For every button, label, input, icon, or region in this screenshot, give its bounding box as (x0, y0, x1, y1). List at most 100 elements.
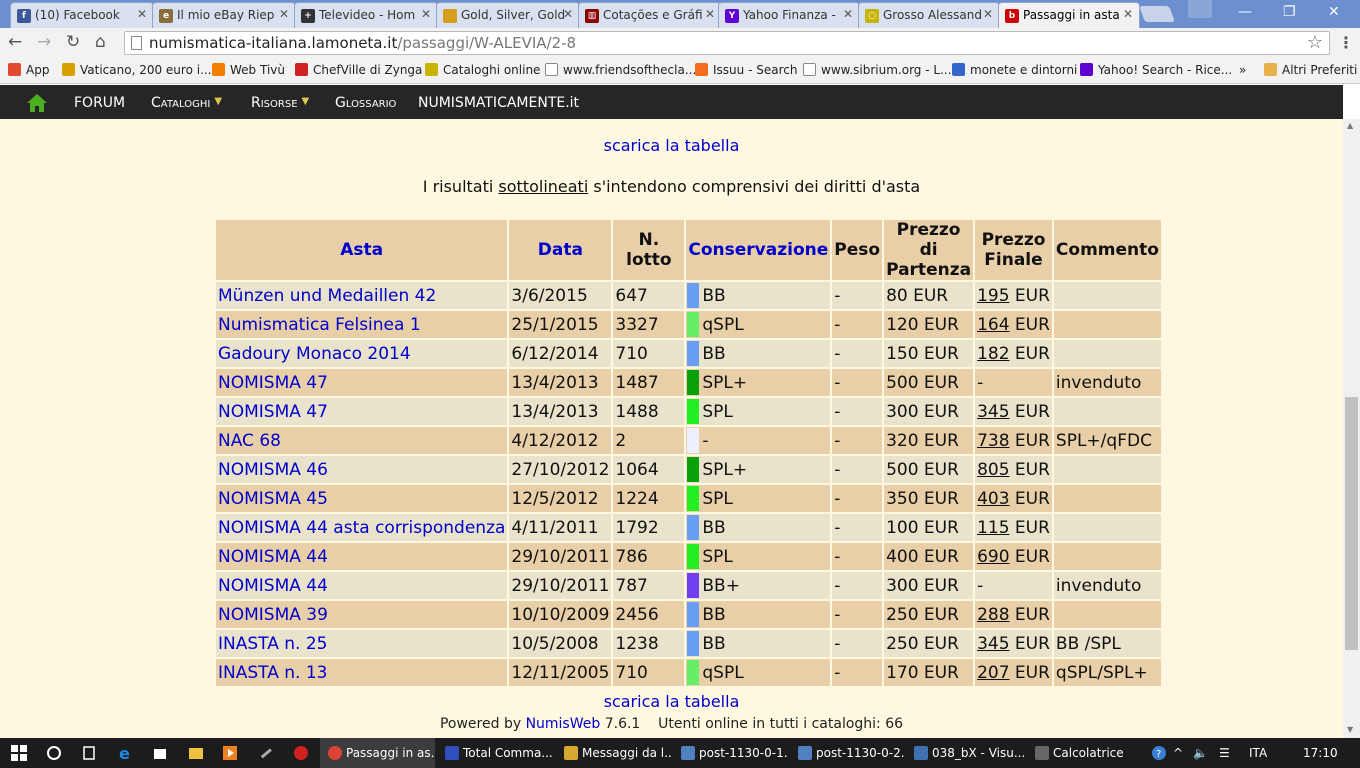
download-table-link-bottom[interactable]: scarica la tabella (0, 692, 1343, 711)
close-tab-icon[interactable]: ✕ (137, 7, 147, 21)
tools-icon[interactable] (258, 745, 274, 761)
header-asta[interactable]: Asta (216, 220, 508, 280)
windows-start-icon[interactable] (11, 745, 27, 761)
nav-item-forum[interactable]: FORUM (74, 95, 125, 111)
taskbar-item[interactable]: 038_bX - Visu... (906, 738, 1025, 768)
auction-link[interactable]: INASTA n. 25 (216, 630, 508, 657)
language-indicator[interactable]: ITA (1249, 746, 1267, 760)
browser-tab[interactable]: Gold, Silver, Gold ✕ (436, 2, 580, 28)
close-tab-icon[interactable]: ✕ (563, 7, 573, 21)
header-data[interactable]: Data (509, 220, 612, 280)
browser-tab[interactable]: Y Yahoo Finanza - ✕ (718, 2, 860, 28)
file-explorer-icon[interactable] (188, 745, 204, 761)
browser-tab[interactable]: + Televideo - Hom ✕ (294, 2, 438, 28)
browser-tab[interactable]: ▥ Cotações e Gráfi ✕ (578, 2, 722, 28)
browser-tab[interactable]: e Il mio eBay Riep ✕ (152, 2, 296, 28)
close-window-icon[interactable]: ✕ (1328, 4, 1340, 20)
auction-link[interactable]: NOMISMA 47 (216, 398, 508, 425)
nav-item-cataloghi[interactable]: Cataloghi ▼ (151, 95, 222, 111)
final-price-unit: EUR (1009, 401, 1050, 422)
address-bar[interactable]: numismatica-italiana.lamoneta.it/passagg… (124, 31, 1330, 55)
start-price-cell: 300 EUR (884, 572, 974, 599)
auction-link[interactable]: NAC 68 (216, 427, 508, 454)
close-tab-icon[interactable]: ✕ (983, 7, 993, 21)
notifications-icon[interactable]: ☰ (1219, 746, 1230, 760)
taskbar-item[interactable]: Passaggi in as... (320, 738, 435, 768)
reload-icon[interactable]: ↻ (66, 32, 80, 52)
numisweb-link[interactable]: NumisWeb (526, 716, 601, 732)
help-icon[interactable]: ? (1151, 745, 1167, 761)
nav-item-risorse[interactable]: Risorse ▼ (251, 95, 309, 111)
back-arrow-icon[interactable]: ← (8, 32, 22, 52)
home-icon[interactable]: ⌂ (95, 32, 106, 52)
auction-link[interactable]: NOMISMA 44 (216, 543, 508, 570)
final-price-value: - (977, 372, 984, 393)
browser-tab[interactable]: b Passaggi in asta ✕ (998, 2, 1140, 28)
bookmark-item[interactable]: Issuu - Search (695, 63, 797, 77)
scrollbar-thumb[interactable] (1345, 397, 1358, 650)
cortana-search-icon[interactable] (46, 745, 62, 761)
auction-link[interactable]: NOMISMA 45 (216, 485, 508, 512)
header-conservazione[interactable]: Conservazione (686, 220, 831, 280)
nav-item-glossario[interactable]: Glossario (335, 95, 396, 111)
auction-link[interactable]: Gadoury Monaco 2014 (216, 340, 508, 367)
taskbar-item[interactable]: Calcolatrice (1027, 738, 1132, 768)
taskbar-item-label: Total Comma... (463, 746, 553, 760)
close-tab-icon[interactable]: ✕ (705, 7, 715, 21)
scroll-down-icon[interactable]: ▼ (1347, 725, 1353, 734)
browser-tab[interactable]: ○ Grosso Alessand ✕ (858, 2, 1000, 28)
auction-link[interactable]: Numismatica Felsinea 1 (216, 311, 508, 338)
taskbar-item[interactable]: post-1130-0-1... (673, 738, 788, 768)
bookmark-item[interactable]: Yahoo! Search - Rice... (1080, 63, 1232, 77)
home-icon[interactable] (26, 93, 48, 113)
edge-icon[interactable]: e (118, 745, 134, 761)
maximize-icon[interactable]: ❐ (1283, 4, 1296, 20)
auction-link[interactable]: Münzen und Medaillen 42 (216, 282, 508, 309)
bookmark-item[interactable]: ChefVille di Zynga (295, 63, 422, 77)
nav-item-numismaticamente-it[interactable]: NUMISMATICAMENTE.it (418, 95, 579, 111)
close-tab-icon[interactable]: ✕ (279, 7, 289, 21)
auction-link[interactable]: NOMISMA 39 (216, 601, 508, 628)
taskbar-item-label: 038_bX - Visu... (932, 746, 1025, 760)
bookmark-item[interactable]: App (8, 63, 49, 77)
bookmark-item[interactable]: Altri Preferiti (1264, 63, 1357, 77)
forward-arrow-icon[interactable]: → (37, 32, 51, 52)
browser-tab[interactable]: f (10) Facebook ✕ (10, 2, 154, 28)
media-player-icon[interactable] (222, 745, 238, 761)
minimize-icon[interactable]: — (1238, 4, 1252, 20)
bookmark-item[interactable]: www.friendsofthecla... (545, 63, 696, 77)
clock[interactable]: 17:10 (1303, 746, 1338, 760)
store-icon[interactable] (152, 745, 168, 761)
auction-link[interactable]: INASTA n. 13 (216, 659, 508, 686)
final-price-unit: EUR (1009, 517, 1050, 538)
bookmark-item[interactable]: Vaticano, 200 euro i... (62, 63, 212, 77)
bookmark-item[interactable]: monete e dintorni (952, 63, 1077, 77)
scroll-up-icon[interactable]: ▲ (1347, 121, 1353, 130)
auction-link[interactable]: NOMISMA 46 (216, 456, 508, 483)
taskbar-item[interactable]: post-1130-0-2... (790, 738, 904, 768)
bookmark-item[interactable]: Cataloghi online (425, 63, 540, 77)
bookmark-star-icon[interactable]: ☆ (1307, 32, 1323, 53)
taskbar-item[interactable]: Total Comma... (437, 738, 554, 768)
auction-link[interactable]: NOMISMA 44 asta corrispondenza (216, 514, 508, 541)
bookmark-item[interactable]: Web Tivù (212, 63, 285, 77)
close-tab-icon[interactable]: ✕ (843, 7, 853, 21)
close-tab-icon[interactable]: ✕ (421, 7, 431, 21)
new-tab-button[interactable] (1139, 6, 1175, 22)
bookmark-item[interactable]: www.sibrium.org - L... (803, 63, 952, 77)
bookmark-item[interactable]: » (1239, 63, 1246, 77)
chevron-down-icon: ▼ (214, 96, 223, 107)
page-scrollbar[interactable]: ▲ ▼ (1343, 119, 1360, 738)
volume-icon[interactable]: 🔈 (1193, 746, 1208, 760)
tray-expand-icon[interactable]: ^ (1173, 746, 1183, 760)
browser-menu-icon[interactable]: ⋮ (1338, 33, 1354, 52)
final-price-cell: 207 EUR (975, 659, 1052, 686)
download-table-link[interactable]: scarica la tabella (0, 136, 1343, 155)
record-icon[interactable] (293, 745, 309, 761)
task-view-icon[interactable] (81, 745, 97, 761)
comment-cell (1053, 311, 1161, 338)
auction-link[interactable]: NOMISMA 47 (216, 369, 508, 396)
taskbar-item[interactable]: Messaggi da l... (556, 738, 671, 768)
close-tab-icon[interactable]: ✕ (1123, 7, 1133, 21)
auction-link[interactable]: NOMISMA 44 (216, 572, 508, 599)
